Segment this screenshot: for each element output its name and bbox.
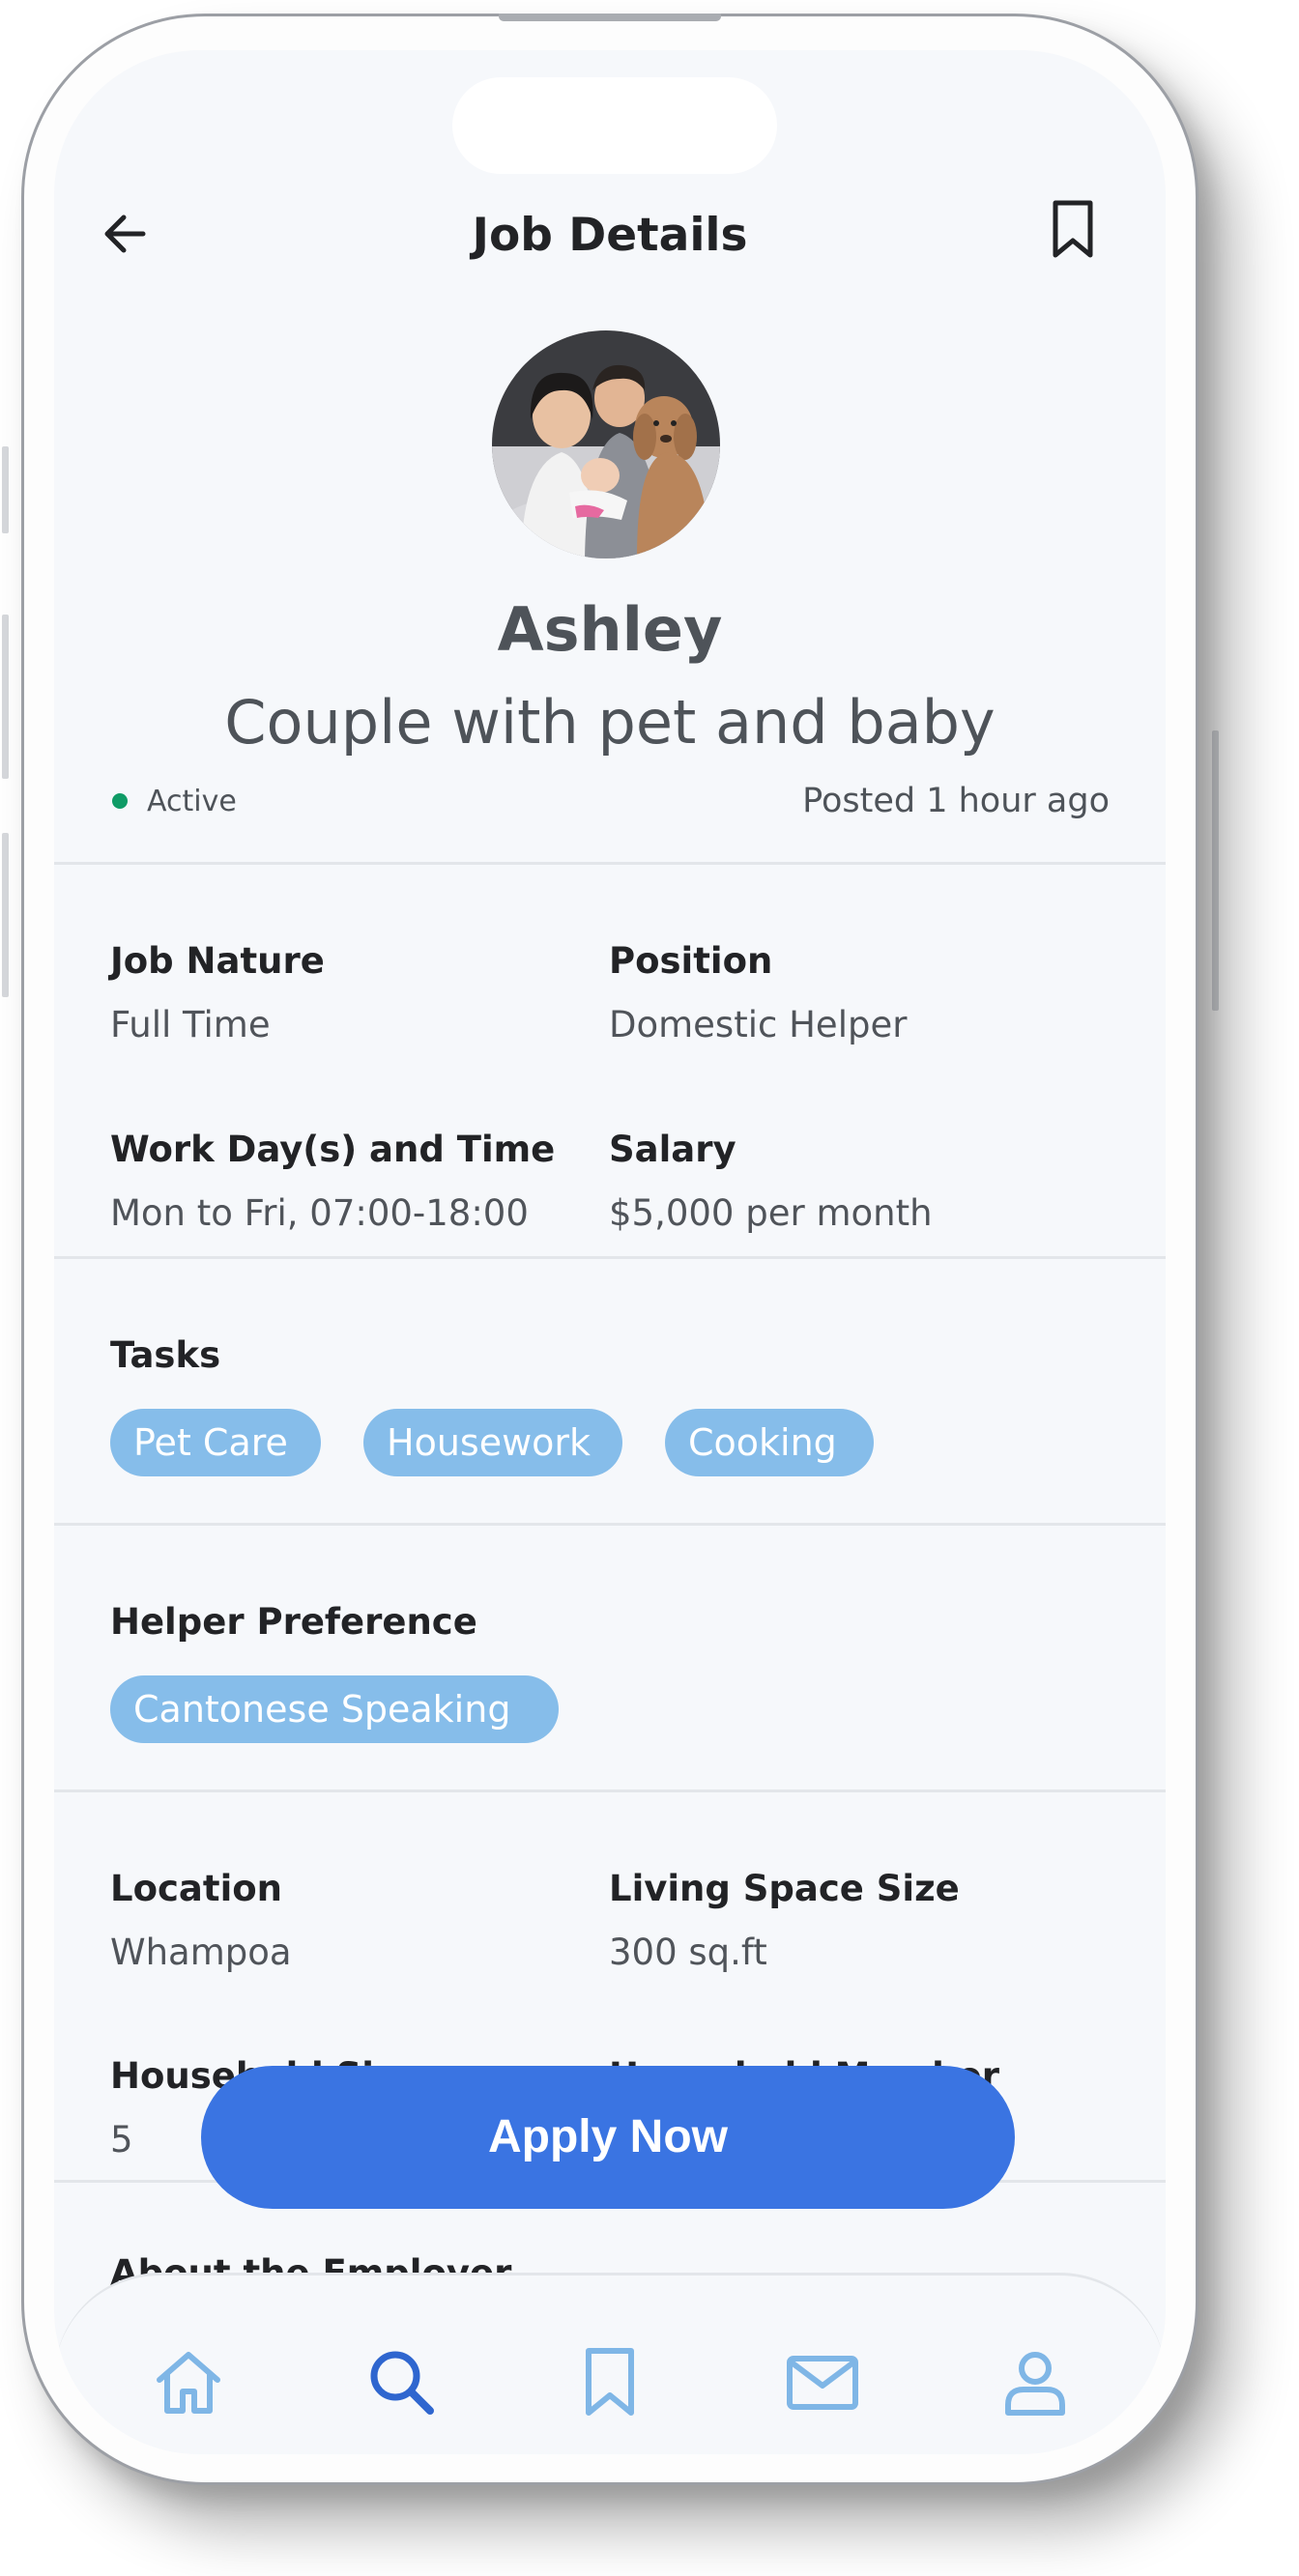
living-space-label: Living Space Size (609, 1868, 960, 1909)
task-chip-pet-care: Pet Care (110, 1409, 321, 1476)
location-label: Location (110, 1868, 283, 1909)
position-label: Position (609, 940, 773, 982)
tab-saved[interactable] (571, 2343, 649, 2420)
profile-icon (1005, 2352, 1065, 2416)
work-days-value: Mon to Fri, 07:00-18:00 (110, 1192, 529, 1234)
job-headline: Couple with pet and baby (224, 687, 996, 758)
status-label: Active (147, 784, 237, 818)
tab-home[interactable] (150, 2343, 227, 2420)
page-title: Job Details (472, 209, 748, 262)
tab-profile[interactable] (996, 2343, 1074, 2420)
job-nature-label: Job Nature (110, 940, 325, 982)
helper-preference-title: Helper Preference (110, 1601, 477, 1643)
divider (54, 1789, 1166, 1792)
salary-value: $5,000 per month (609, 1192, 933, 1234)
mail-icon (787, 2356, 858, 2410)
tab-search[interactable] (362, 2343, 440, 2420)
work-days-label: Work Day(s) and Time (110, 1129, 556, 1170)
bookmark-icon (586, 2348, 634, 2416)
side-button-mute (2, 446, 9, 533)
employer-name: Ashley (497, 594, 723, 665)
salary-label: Salary (609, 1129, 736, 1170)
app-screen: Job Details Ashley Couple with pet and b… (54, 50, 1166, 2454)
position-value: Domestic Helper (609, 1004, 908, 1045)
job-nature-value: Full Time (110, 1004, 271, 1045)
posted-time: Posted 1 hour ago (802, 782, 1110, 820)
status-dot-icon (112, 793, 128, 809)
side-button-volume-up (2, 615, 9, 779)
home-icon (157, 2352, 220, 2414)
household-size-value: 5 (110, 2119, 133, 2161)
bookmark-icon (1053, 200, 1093, 258)
tasks-title: Tasks (110, 1334, 221, 1376)
dynamic-island (452, 77, 777, 174)
phone-top-edge (499, 14, 721, 21)
preference-chip-cantonese: Cantonese Speaking (110, 1675, 559, 1743)
search-icon (370, 2351, 434, 2415)
living-space-value: 300 sq.ft (609, 1932, 767, 1973)
employer-avatar (492, 330, 720, 558)
apply-now-button[interactable]: Apply Now (201, 2066, 1015, 2209)
task-chip-cooking: Cooking (665, 1409, 874, 1476)
divider (54, 1256, 1166, 1259)
divider (54, 862, 1166, 865)
location-value: Whampoa (110, 1932, 292, 1973)
save-job-button[interactable] (1044, 195, 1102, 263)
bottom-tab-bar (54, 2273, 1166, 2454)
status-badge: Active (112, 777, 237, 825)
tab-messages[interactable] (784, 2343, 861, 2420)
task-chip-housework: Housework (363, 1409, 622, 1476)
side-button-volume-down (2, 833, 9, 997)
divider (54, 1523, 1166, 1526)
side-button-power (1212, 730, 1219, 1011)
